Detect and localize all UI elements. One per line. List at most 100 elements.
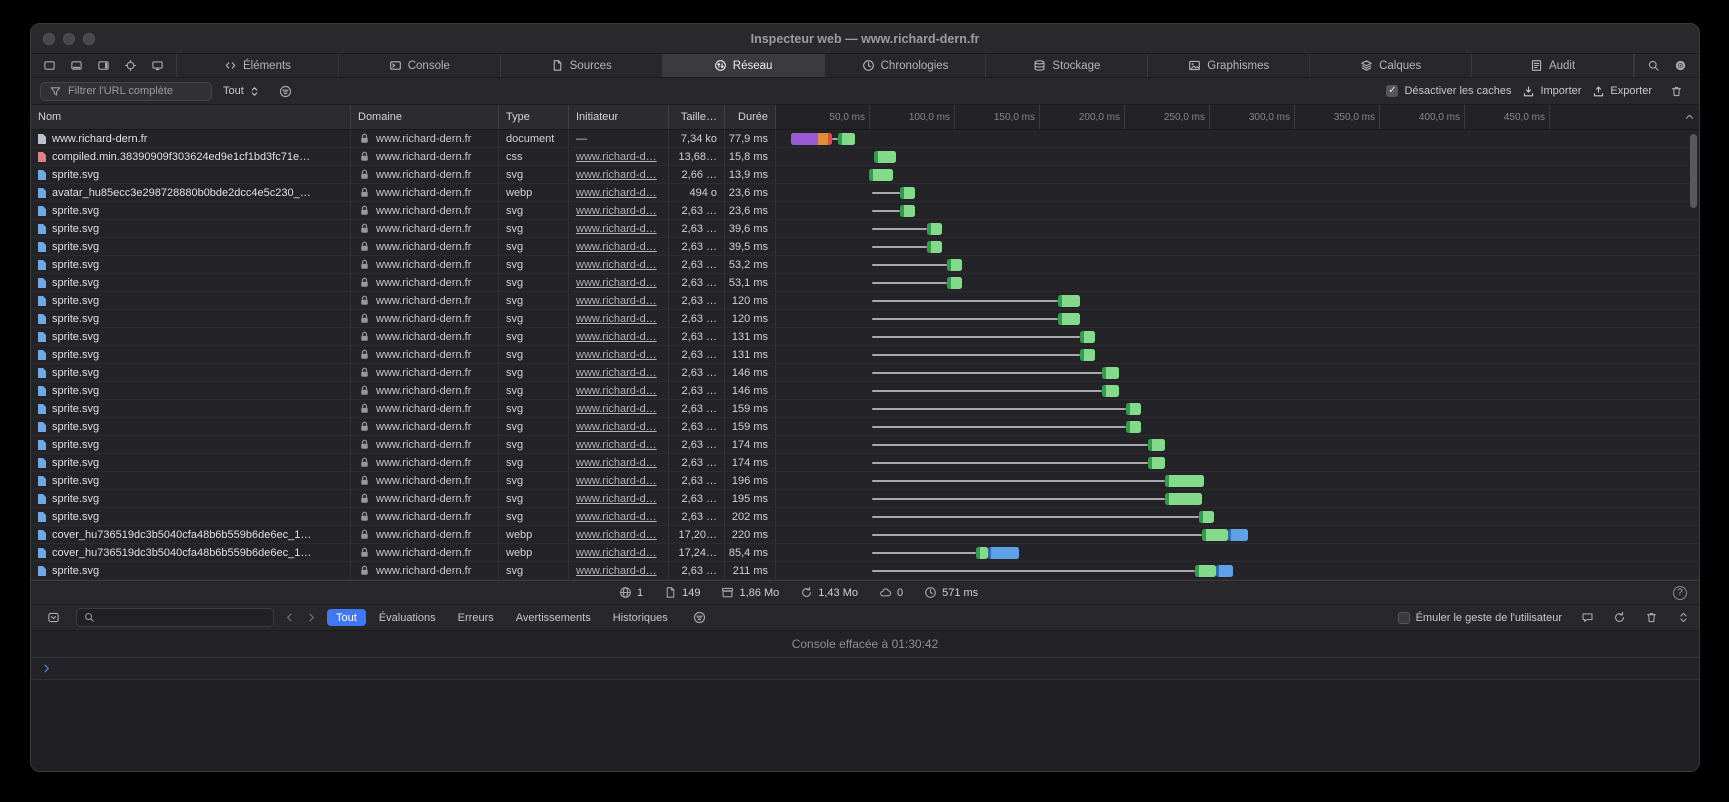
tab-audit[interactable]: Audit — [1472, 54, 1634, 77]
table-row[interactable]: sprite.svg www.richard-dern.fr svg www.r… — [31, 562, 1699, 580]
console-scope-button[interactable] — [40, 605, 67, 630]
initiator-link[interactable]: www.richard-d… — [576, 277, 657, 289]
table-row[interactable]: sprite.svg www.richard-dern.fr svg www.r… — [31, 346, 1699, 364]
tab-réseau[interactable]: Réseau — [663, 54, 825, 77]
initiator-link[interactable]: www.richard-d… — [576, 151, 657, 163]
chevron-up-icon[interactable] — [1683, 110, 1696, 123]
emulate-user-gesture-checkbox[interactable]: Émuler le geste de l'utilisateur — [1398, 612, 1562, 624]
table-row[interactable]: cover_hu736519dc3b5040cfa48b6b559b6de6ec… — [31, 526, 1699, 544]
console-messages-button[interactable] — [1581, 611, 1594, 624]
scrollbar-thumb[interactable] — [1690, 134, 1697, 208]
table-row[interactable]: sprite.svg www.richard-dern.fr svg www.r… — [31, 292, 1699, 310]
initiator-link[interactable]: www.richard-d… — [576, 367, 657, 379]
console-tab-erreurs[interactable]: Erreurs — [449, 609, 503, 626]
filter-options-button[interactable] — [272, 78, 299, 104]
initiator-link[interactable]: www.richard-d… — [576, 421, 657, 433]
console-tab-avertissements[interactable]: Avertissements — [507, 609, 600, 626]
clear-network-button[interactable] — [1663, 78, 1690, 104]
search-button[interactable] — [1640, 54, 1667, 77]
tab-graphismes[interactable]: Graphismes — [1148, 54, 1310, 77]
initiator-link[interactable]: www.richard-d… — [576, 511, 657, 523]
console-prompt-row[interactable] — [31, 658, 1699, 680]
initiator-link[interactable]: www.richard-d… — [576, 331, 657, 343]
column-header-nom[interactable]: Nom — [31, 105, 351, 129]
table-row[interactable]: sprite.svg www.richard-dern.fr svg www.r… — [31, 418, 1699, 436]
column-header-duree[interactable]: Durée — [725, 105, 776, 129]
console-tab-tout[interactable]: Tout — [327, 609, 366, 626]
table-row[interactable]: sprite.svg www.richard-dern.fr svg www.r… — [31, 400, 1699, 418]
table-row[interactable]: compiled.min.38390909f303624ed9e1cf1bd3f… — [31, 148, 1699, 166]
help-button[interactable]: ? — [1673, 586, 1687, 600]
table-row[interactable]: sprite.svg www.richard-dern.fr svg www.r… — [31, 310, 1699, 328]
table-row[interactable]: sprite.svg www.richard-dern.fr svg www.r… — [31, 508, 1699, 526]
initiator-link[interactable]: www.richard-d… — [576, 493, 657, 505]
initiator-link[interactable]: www.richard-d… — [576, 169, 657, 181]
initiator-link[interactable]: www.richard-d… — [576, 205, 657, 217]
table-row[interactable]: sprite.svg www.richard-dern.fr svg www.r… — [31, 454, 1699, 472]
minimize-button[interactable] — [63, 33, 75, 45]
dock-side-icon[interactable] — [90, 54, 117, 77]
column-header-initiateur[interactable]: Initiateur — [569, 105, 669, 129]
initiator-link[interactable]: www.richard-d… — [576, 241, 657, 253]
initiator-link[interactable]: www.richard-d… — [576, 385, 657, 397]
disable-caches-checkbox[interactable]: ✓ Désactiver les caches — [1386, 85, 1511, 97]
tab-sources[interactable]: Sources — [501, 54, 663, 77]
history-forward-button[interactable] — [305, 611, 318, 624]
table-row[interactable]: sprite.svg www.richard-dern.fr svg www.r… — [31, 220, 1699, 238]
table-row[interactable]: sprite.svg www.richard-dern.fr svg www.r… — [31, 382, 1699, 400]
history-back-button[interactable] — [283, 611, 296, 624]
tab-stockage[interactable]: Stockage — [986, 54, 1148, 77]
undock-icon[interactable] — [36, 54, 63, 77]
table-row[interactable]: sprite.svg www.richard-dern.fr svg www.r… — [31, 166, 1699, 184]
initiator-link[interactable]: www.richard-d… — [576, 295, 657, 307]
console-tab-historiques[interactable]: Historiques — [604, 609, 677, 626]
device-icon[interactable] — [144, 54, 171, 77]
export-button[interactable]: Exporter — [1592, 85, 1652, 98]
initiator-link[interactable]: www.richard-d… — [576, 403, 657, 415]
console-tab-évaluations[interactable]: Évaluations — [370, 609, 445, 626]
initiator-link[interactable]: www.richard-d… — [576, 565, 657, 577]
zoom-button[interactable] — [83, 33, 95, 45]
tab-calques[interactable]: Calques — [1310, 54, 1472, 77]
initiator-link[interactable]: www.richard-d… — [576, 259, 657, 271]
table-row[interactable]: sprite.svg www.richard-dern.fr svg www.r… — [31, 238, 1699, 256]
column-header-type[interactable]: Type — [499, 105, 569, 129]
table-row[interactable]: avatar_hu85ecc3e298728880b0bde2dcc4e5c23… — [31, 184, 1699, 202]
tab-console[interactable]: Console — [339, 54, 501, 77]
column-header-domaine[interactable]: Domaine — [351, 105, 499, 129]
table-row[interactable]: sprite.svg www.richard-dern.fr svg www.r… — [31, 202, 1699, 220]
console-reload-button[interactable] — [1613, 611, 1626, 624]
resource-type-dropdown[interactable]: Tout — [223, 85, 261, 98]
table-row[interactable]: sprite.svg www.richard-dern.fr svg www.r… — [31, 472, 1699, 490]
titlebar[interactable]: Inspecteur web — www.richard-dern.fr — [31, 24, 1699, 54]
tab-chronologies[interactable]: Chronologies — [825, 54, 987, 77]
initiator-link[interactable]: www.richard-d… — [576, 349, 657, 361]
close-button[interactable] — [43, 33, 55, 45]
table-row[interactable]: www.richard-dern.fr www.richard-dern.fr … — [31, 130, 1699, 148]
console-search-input[interactable] — [76, 608, 274, 627]
initiator-link[interactable]: www.richard-d… — [576, 529, 657, 541]
table-row[interactable]: sprite.svg www.richard-dern.fr svg www.r… — [31, 364, 1699, 382]
table-row[interactable]: cover_hu736519dc3b5040cfa48b6b559b6de6ec… — [31, 544, 1699, 562]
dock-bottom-icon[interactable] — [63, 54, 90, 77]
table-row[interactable]: sprite.svg www.richard-dern.fr svg www.r… — [31, 490, 1699, 508]
column-header-taille[interactable]: Taille… — [669, 105, 725, 129]
console-filter-options-button[interactable] — [686, 605, 713, 630]
initiator-link[interactable]: www.richard-d… — [576, 223, 657, 235]
settings-button[interactable] — [1667, 54, 1694, 77]
tab-éléments[interactable]: Éléments — [177, 54, 339, 77]
table-row[interactable]: sprite.svg www.richard-dern.fr svg www.r… — [31, 256, 1699, 274]
console-expand-button[interactable] — [1677, 611, 1690, 624]
table-row[interactable]: sprite.svg www.richard-dern.fr svg www.r… — [31, 328, 1699, 346]
initiator-link[interactable]: www.richard-d… — [576, 475, 657, 487]
initiator-link[interactable]: www.richard-d… — [576, 187, 657, 199]
import-button[interactable]: Importer — [1522, 85, 1581, 98]
table-row[interactable]: sprite.svg www.richard-dern.fr svg www.r… — [31, 274, 1699, 292]
url-filter-input[interactable]: Filtrer l'URL complète — [40, 82, 212, 101]
table-row[interactable]: sprite.svg www.richard-dern.fr svg www.r… — [31, 436, 1699, 454]
console-clear-button[interactable] — [1645, 611, 1658, 624]
console-empty-area[interactable] — [31, 680, 1699, 771]
initiator-link[interactable]: www.richard-d… — [576, 547, 657, 559]
initiator-link[interactable]: www.richard-d… — [576, 457, 657, 469]
initiator-link[interactable]: www.richard-d… — [576, 313, 657, 325]
